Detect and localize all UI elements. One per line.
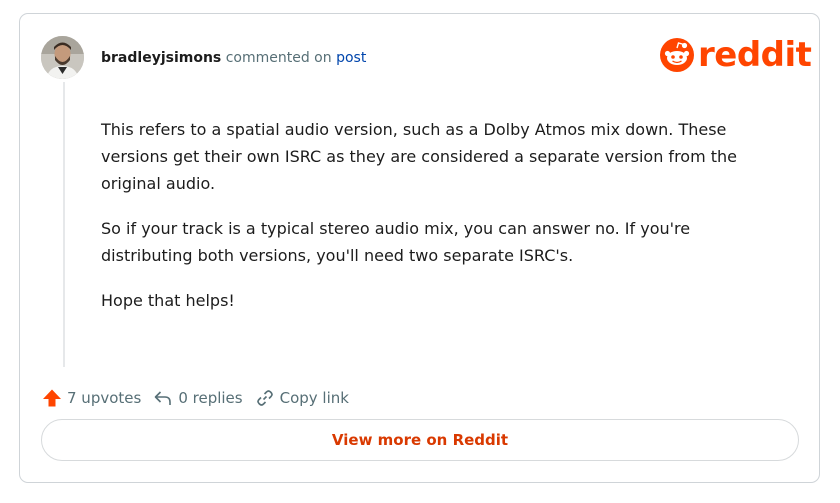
reply-icon — [155, 391, 172, 405]
comment-paragraph: Hope that helps! — [101, 291, 235, 310]
comment-header: bradleyjsimons commented on post — [101, 50, 366, 66]
comment-actions: 7 upvotes 0 replies Copy link — [42, 388, 361, 408]
comment-body: This refers to a spatial audio version, … — [101, 116, 773, 332]
reddit-snoo-icon — [660, 38, 694, 72]
comment-paragraph: This refers to a spatial audio version, … — [101, 120, 738, 193]
reddit-wordmark: reddit — [698, 35, 812, 75]
user-avatar-icon — [41, 36, 84, 79]
copy-link-label: Copy link — [279, 389, 349, 407]
embedded-comment-card: bradleyjsimons commented on post reddit … — [19, 13, 820, 483]
upvote-button[interactable]: 7 upvotes — [42, 388, 141, 408]
view-more-label: View more on Reddit — [331, 431, 509, 449]
replies-button[interactable]: 0 replies — [153, 388, 243, 408]
author-name[interactable]: bradleyjsimons — [101, 50, 221, 66]
upvote-arrow-icon — [43, 389, 61, 407]
comment-paragraph: So if your track is a typical stereo aud… — [101, 219, 691, 265]
link-icon — [256, 390, 273, 406]
thread-line — [63, 82, 65, 367]
post-link[interactable]: post — [336, 50, 366, 66]
reddit-logo[interactable]: reddit — [660, 35, 812, 75]
avatar[interactable] — [41, 36, 84, 79]
copy-link-button[interactable]: Copy link — [255, 388, 349, 408]
view-more-on-reddit-button[interactable]: View more on Reddit — [41, 419, 799, 461]
upvote-count: 7 upvotes — [67, 389, 142, 407]
action-text: commented on — [225, 50, 332, 66]
reply-count: 0 replies — [178, 389, 243, 407]
